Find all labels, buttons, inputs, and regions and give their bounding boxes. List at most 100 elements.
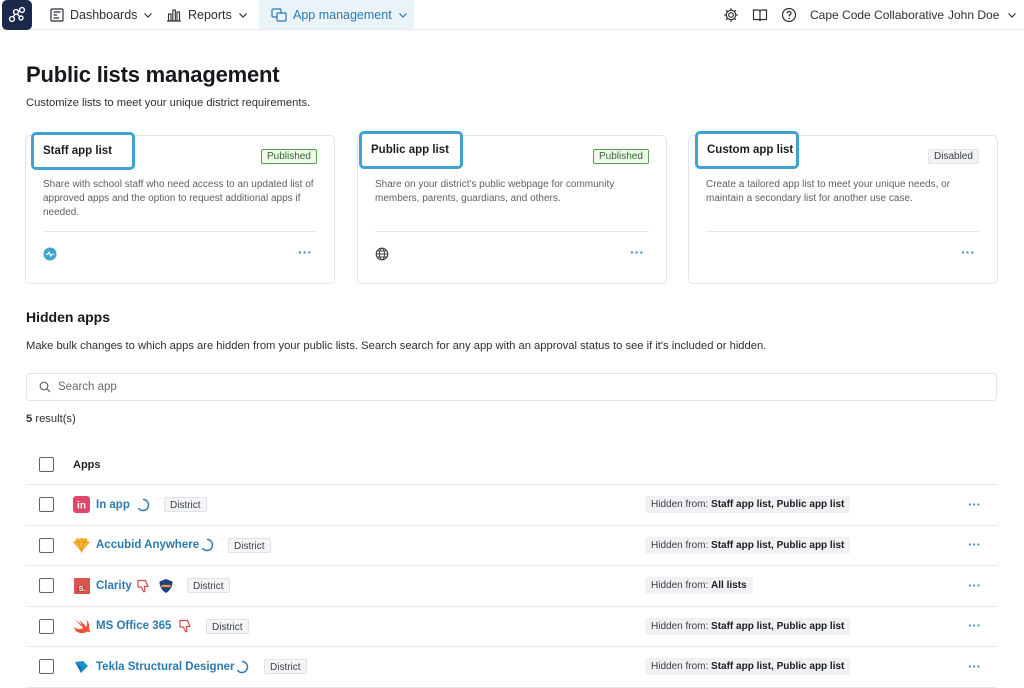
more-options-button[interactable]: ··· <box>630 245 644 259</box>
row-more-options-button[interactable]: ··· <box>968 579 981 592</box>
pending-status-icon <box>236 660 249 673</box>
public-app-list-card[interactable]: Public app list Published Share on your … <box>357 131 667 284</box>
gear-icon <box>724 7 738 22</box>
row-more-options-button[interactable]: ··· <box>968 660 981 673</box>
hidden-from-lists: Staff app list, Public app list <box>711 620 845 632</box>
nav-dashboards[interactable]: Dashboards <box>50 0 153 29</box>
user-menu[interactable]: John Doe <box>948 0 1017 29</box>
nav-app-management-label: App management <box>293 7 392 22</box>
org-name: Cape Code Collaborative <box>810 7 945 22</box>
card-title[interactable]: Public app list <box>359 131 463 169</box>
bar-chart-icon <box>167 8 181 22</box>
card-title[interactable]: Staff app list <box>31 132 135 170</box>
row-checkbox[interactable] <box>39 659 54 675</box>
hidden-from-badge: Hidden from: Staff app list, Public app … <box>645 496 851 514</box>
app-logo[interactable] <box>2 0 32 30</box>
org-switcher[interactable]: Cape Code Collaborative <box>810 0 944 29</box>
app-name-link[interactable]: Clarity <box>96 580 132 592</box>
clarity-icon: S. <box>73 577 90 594</box>
hidden-from-lists: All lists <box>711 580 747 592</box>
card-description: Create a tailored app list to meet your … <box>706 179 951 204</box>
svg-text:in: in <box>77 501 86 512</box>
hidden-from-lists: Staff app list, Public app list <box>711 499 845 511</box>
tekla-icon <box>73 658 90 675</box>
status-badge: Published <box>593 149 649 164</box>
hidden-from-badge: Hidden from: All lists <box>645 577 753 595</box>
district-tag: District <box>187 578 230 594</box>
custom-app-list-card[interactable]: Custom app list Disabled Create a tailor… <box>688 131 998 284</box>
card-divider <box>375 231 649 232</box>
hidden-from-badge: Hidden from: Staff app list, Public app … <box>645 617 851 635</box>
docs-button[interactable] <box>752 0 768 29</box>
pending-status-icon <box>137 498 150 511</box>
chevron-down-icon <box>238 12 247 18</box>
table-row: S. Clarity District Hidden from: All lis… <box>26 566 997 607</box>
app-name-link[interactable]: In app <box>96 499 130 511</box>
nav-app-management[interactable]: App management <box>259 0 414 29</box>
search-input[interactable] <box>58 381 958 393</box>
card-description: Share with school staff who need access … <box>43 179 314 218</box>
row-more-options-button[interactable]: ··· <box>968 538 981 551</box>
select-all-checkbox[interactable] <box>39 457 54 472</box>
gem-icon <box>73 537 90 554</box>
pending-status-icon <box>201 539 214 552</box>
nav-reports[interactable]: Reports <box>166 0 248 29</box>
app-name-link[interactable]: MS Office 365 <box>96 620 171 632</box>
hidden-from-prefix: Hidden from: <box>651 539 712 551</box>
invision-icon: in <box>73 496 90 514</box>
help-icon <box>781 7 797 22</box>
thumbs-down-icon <box>179 620 191 633</box>
hidden-from-prefix: Hidden from: <box>651 661 712 673</box>
hidden-from-lists: Staff app list, Public app list <box>711 539 845 551</box>
svg-text:S.: S. <box>78 586 85 593</box>
help-button[interactable] <box>781 0 797 29</box>
card-divider <box>706 231 980 232</box>
result-count: 5 result(s) <box>26 413 76 425</box>
row-checkbox[interactable] <box>39 497 54 513</box>
network-logo-icon <box>8 6 26 23</box>
dashboard-icon <box>50 7 64 22</box>
search-box[interactable] <box>26 373 997 401</box>
table-header: Apps <box>26 445 997 485</box>
card-divider <box>43 231 317 232</box>
row-more-options-button[interactable]: ··· <box>968 498 981 511</box>
search-icon <box>39 381 51 393</box>
page-title: Public lists management <box>26 62 280 87</box>
nav-reports-label: Reports <box>188 7 232 22</box>
staff-app-list-card[interactable]: Staff app list Published Share with scho… <box>25 132 335 284</box>
nav-dashboards-label: Dashboards <box>70 7 138 22</box>
app-management-icon <box>271 7 287 22</box>
status-badge: Published <box>261 149 317 164</box>
hidden-apps-table: Apps in In app District Hidden from: Sta… <box>26 445 997 688</box>
hidden-from-prefix: Hidden from: <box>651 499 712 511</box>
globe-icon <box>375 247 389 261</box>
app-name-link[interactable]: Tekla Structural Designer <box>96 661 234 673</box>
table-row: Accubid Anywhere District Hidden from: S… <box>26 526 997 566</box>
card-title[interactable]: Custom app list <box>695 131 799 169</box>
column-header-apps: Apps <box>73 458 101 471</box>
hidden-from-prefix: Hidden from: <box>651 620 712 632</box>
district-tag: District <box>206 618 249 634</box>
settings-button[interactable] <box>723 0 739 29</box>
row-checkbox[interactable] <box>39 578 54 594</box>
district-tag: District <box>228 537 271 553</box>
district-tag: District <box>264 659 307 675</box>
section-description: Make bulk changes to which apps are hidd… <box>26 340 767 352</box>
top-navigation: Dashboards Reports App management Cape C… <box>0 0 1024 30</box>
more-options-button[interactable]: ··· <box>298 245 312 259</box>
hidden-from-lists: Staff app list, Public app list <box>711 661 845 673</box>
row-more-options-button[interactable]: ··· <box>968 619 981 632</box>
more-options-button[interactable]: ··· <box>961 245 975 259</box>
hidden-from-badge: Hidden from: Staff app list, Public app … <box>645 536 851 554</box>
row-checkbox[interactable] <box>39 537 54 553</box>
hidden-from-prefix: Hidden from: <box>651 580 712 592</box>
chevron-down-icon <box>1008 12 1017 18</box>
status-badge: Disabled <box>928 149 979 164</box>
table-row: MS Office 365 District Hidden from: Staf… <box>26 607 997 647</box>
app-name-link[interactable]: Accubid Anywhere <box>96 539 199 551</box>
chevron-down-icon <box>398 12 407 18</box>
row-checkbox[interactable] <box>39 618 54 634</box>
chevron-down-icon <box>144 12 153 18</box>
user-name: John Doe <box>948 7 1000 22</box>
card-description: Share on your district's public webpage … <box>375 179 615 204</box>
